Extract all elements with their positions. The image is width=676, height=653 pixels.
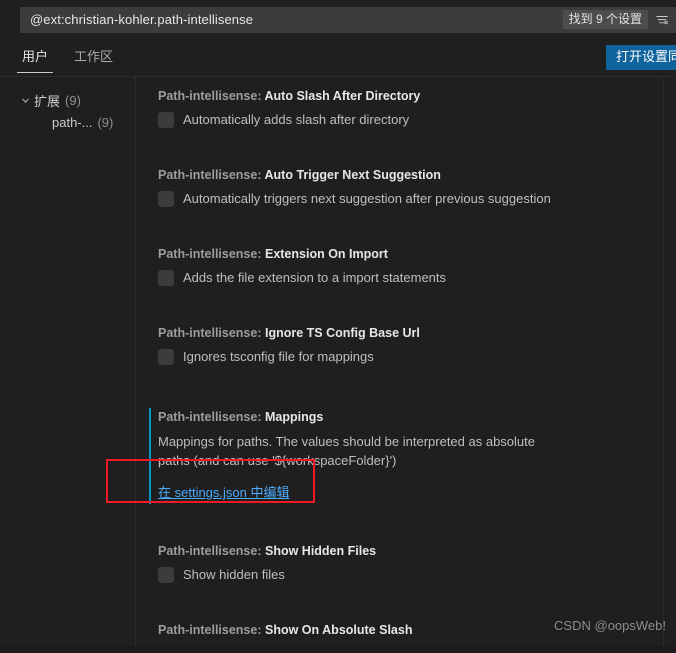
edit-in-settings-json-link[interactable]: 在 settings.json 中编辑 [158,482,290,501]
setting-title: Path-intellisense: Auto Slash After Dire… [158,87,676,105]
setting-name: Show On Absolute Slash [264,623,413,637]
checkbox-ignore-ts-config-base-url[interactable] [158,349,174,365]
tab-workspace[interactable]: 工作区 [72,46,115,70]
setting-name: Auto Trigger Next Suggestion [264,168,441,182]
setting-control-row: Automatically triggers next suggestion a… [158,190,676,208]
setting-prefix: Path-intellisense: [158,89,262,103]
setting-name: Ignore TS Config Base Url [264,326,420,340]
setting-control-row: Adds the file extension to a import stat… [158,269,676,287]
search-input-value: @ext:christian-kohler.path-intellisense [30,11,254,27]
settings-editor: @ext:christian-kohler.path-intellisense … [0,0,676,653]
toc-item-label: path-... [52,114,93,130]
setting-control-row: Show hidden files [158,566,676,584]
pane-divider [663,77,664,653]
checkbox-show-hidden-files[interactable] [158,567,174,583]
setting-description: Mappings for paths. The values should be… [158,434,535,468]
setting-control-row: Ignores tsconfig file for mappings [158,348,676,366]
open-settings-sync-button[interactable]: 打开设置同步 [605,45,676,70]
setting-title: Path-intellisense: Show Hidden Files [158,542,676,560]
setting-row-mappings[interactable]: Path-intellisense: Mappings Mappings for… [149,408,676,504]
toc-item-extensions[interactable]: 扩展 (9) [0,89,135,111]
checkbox-auto-slash-after-directory[interactable] [158,112,174,128]
setting-prefix: Path-intellisense: [158,544,262,558]
setting-prefix: Path-intellisense: [158,247,262,261]
chevron-down-icon [18,95,32,106]
setting-row-auto-trigger-next-suggestion[interactable]: Path-intellisense: Auto Trigger Next Sug… [154,166,676,208]
setting-description: Automatically triggers next suggestion a… [183,191,551,206]
search-input[interactable]: @ext:christian-kohler.path-intellisense … [20,6,676,33]
setting-description: Automatically adds slash after directory [183,112,410,127]
setting-description: Adds the file extension to a import stat… [183,270,447,285]
toc-item-count: (9) [97,114,114,130]
results-count-badge: 找到 9 个设置 [562,10,648,29]
settings-list[interactable]: Path-intellisense: Auto Slash After Dire… [136,77,676,653]
toc-item-path-intellisense[interactable]: path-... (9) [0,111,135,133]
setting-row-extension-on-import[interactable]: Path-intellisense: Extension On Import A… [154,245,676,287]
setting-prefix: Path-intellisense: [158,410,262,424]
tab-user[interactable]: 用户 [16,46,54,73]
setting-title: Path-intellisense: Auto Trigger Next Sug… [158,166,676,184]
setting-title: Path-intellisense: Extension On Import [158,245,676,263]
setting-prefix: Path-intellisense: [158,168,262,182]
toc-item-label: 扩展 [34,93,61,109]
setting-prefix: Path-intellisense: [158,623,262,637]
setting-control-row: Automatically adds slash after directory [158,111,676,129]
toc-item-count: (9) [65,92,81,108]
settings-search-row: @ext:christian-kohler.path-intellisense … [0,0,676,39]
checkbox-auto-trigger-next-suggestion[interactable] [158,191,174,207]
settings-body: 扩展 (9) path-... (9) Path-intellisense: A… [0,77,676,653]
filter-clear-icon[interactable] [652,10,672,30]
checkbox-extension-on-import[interactable] [158,270,174,286]
setting-name: Auto Slash After Directory [264,89,421,103]
settings-toc-tree: 扩展 (9) path-... (9) [0,77,136,653]
setting-row-ignore-ts-config-base-url[interactable]: Path-intellisense: Ignore TS Config Base… [154,324,676,366]
settings-tabs: 用户 工作区 打开设置同步 [0,39,676,77]
setting-title: Path-intellisense: Ignore TS Config Base… [158,324,676,342]
setting-row-auto-slash-after-directory[interactable]: Path-intellisense: Auto Slash After Dire… [154,87,676,129]
setting-prefix: Path-intellisense: [158,326,262,340]
setting-name: Mappings [264,410,324,424]
bottom-strip [0,646,676,653]
setting-description: Ignores tsconfig file for mappings [183,349,374,364]
setting-name: Show Hidden Files [264,544,377,558]
setting-title: Path-intellisense: Mappings [158,408,676,426]
setting-name: Extension On Import [264,247,388,261]
setting-description: Show hidden files [183,567,285,582]
setting-row-show-hidden-files[interactable]: Path-intellisense: Show Hidden Files Sho… [154,542,676,584]
watermark: CSDN @oopsWeb! [554,618,666,633]
